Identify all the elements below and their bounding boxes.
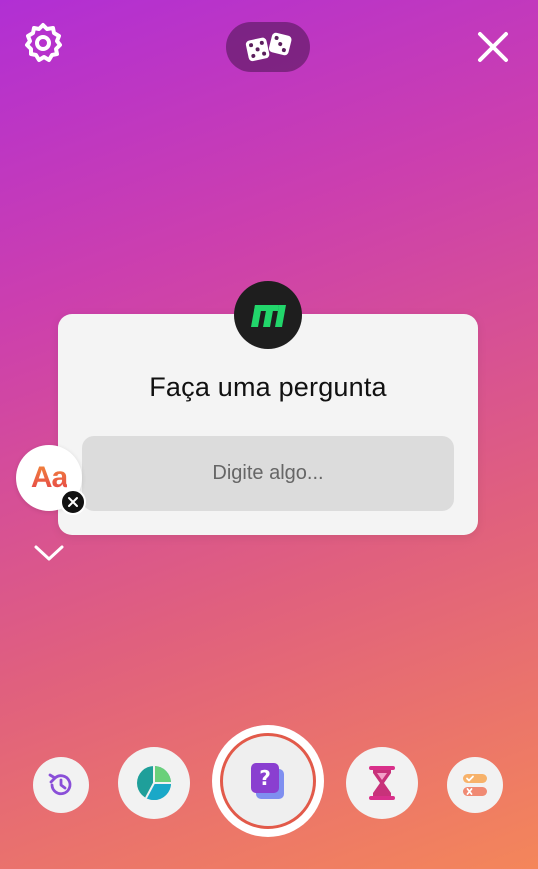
- remove-text-sticker-button[interactable]: [60, 489, 86, 515]
- history-icon: [48, 773, 72, 796]
- tray-quiz-button[interactable]: [447, 757, 503, 813]
- tray-question-sticker-button[interactable]: ?: [220, 733, 316, 829]
- question-sticker-icon: ?: [251, 763, 284, 799]
- avatar: [234, 281, 302, 349]
- quiz-toggle-icon: [463, 774, 487, 796]
- close-button[interactable]: [472, 26, 514, 68]
- svg-text:?: ?: [259, 766, 271, 790]
- question-title: Faça uma pergunta: [149, 372, 387, 402]
- settings-gear-icon[interactable]: [22, 22, 64, 64]
- text-sticker-label: Aa: [30, 461, 68, 494]
- tray-countdown-button[interactable]: [346, 747, 418, 819]
- brand-logo-icon: [251, 305, 286, 327]
- expand-chevron-down-icon[interactable]: [33, 540, 65, 566]
- question-answer-input[interactable]: [82, 436, 454, 511]
- dice-icon: [245, 32, 292, 62]
- tray-poll-button[interactable]: [118, 747, 190, 819]
- hourglass-icon: [369, 766, 395, 800]
- close-icon: [478, 32, 508, 62]
- poll-pie-icon: [137, 766, 171, 800]
- close-icon: [68, 497, 78, 507]
- random-dice-button[interactable]: [226, 22, 310, 72]
- tray-history-button[interactable]: [33, 757, 89, 813]
